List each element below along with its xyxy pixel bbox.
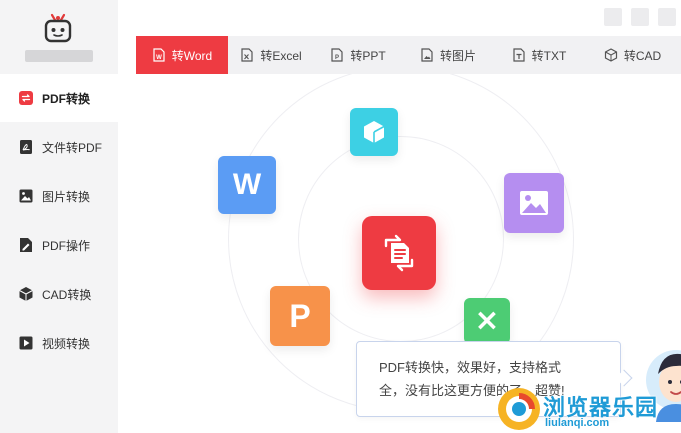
image-icon bbox=[18, 188, 34, 204]
pdf-edit-icon bbox=[18, 237, 34, 253]
play-icon bbox=[18, 335, 34, 351]
tab-label: 转TXT bbox=[531, 48, 567, 63]
app-window: PDF转换 文件转PDF 图片转换 PDF操作 CAD转换 视频转换 W 转Wo… bbox=[0, 0, 681, 433]
ppt-file-icon: P bbox=[330, 48, 344, 62]
pdf-convert-icon bbox=[362, 216, 436, 290]
swap-icon bbox=[18, 90, 34, 106]
robot-logo-icon bbox=[42, 12, 74, 44]
sidebar-item-video-convert[interactable]: 视频转换 bbox=[0, 319, 118, 367]
sidebar-item-pdf-operate[interactable]: PDF操作 bbox=[0, 221, 118, 269]
maximize-button[interactable] bbox=[631, 8, 649, 26]
sidebar-item-label: 视频转换 bbox=[42, 336, 91, 351]
ppt-tile-icon: P bbox=[270, 286, 330, 346]
word-letter: W bbox=[232, 168, 262, 201]
excel-file-icon bbox=[240, 48, 254, 62]
txt-file-icon bbox=[512, 48, 526, 62]
sidebar-item-image-convert[interactable]: 图片转换 bbox=[0, 172, 118, 220]
tab-to-word[interactable]: W 转Word bbox=[136, 36, 228, 74]
ppt-letter: P bbox=[289, 297, 311, 334]
minimize-button[interactable] bbox=[604, 8, 622, 26]
cad-file-icon bbox=[604, 48, 618, 62]
watermark-url: liulanqi.com bbox=[545, 417, 610, 429]
sidebar-item-label: 文件转PDF bbox=[42, 140, 103, 155]
tab-to-ppt[interactable]: P 转PPT bbox=[314, 36, 402, 74]
image-tile-icon bbox=[504, 173, 564, 233]
watermark: 浏览器乐园 liulanqi.com bbox=[493, 384, 681, 433]
svg-text:W: W bbox=[156, 55, 162, 61]
cube-icon bbox=[18, 286, 34, 302]
sidebar-item-label: 图片转换 bbox=[42, 189, 91, 204]
sidebar-item-label: CAD转换 bbox=[42, 287, 92, 302]
close-button[interactable] bbox=[658, 8, 676, 26]
testimonial-line-1: PDF转换快，效果好，支持格式 bbox=[379, 360, 562, 375]
tab-label: 转Word bbox=[171, 48, 213, 63]
format-tab-bar: W 转Word 转Excel P 转PPT 转图片 转TXT 转CAD bbox=[136, 36, 681, 74]
watermark-logo-icon bbox=[498, 388, 540, 430]
svg-text:P: P bbox=[335, 55, 339, 61]
sidebar-item-label: PDF操作 bbox=[42, 238, 91, 253]
sidebar-item-pdf-convert[interactable]: PDF转换 bbox=[0, 74, 118, 122]
tab-label: 转Excel bbox=[260, 48, 302, 63]
sidebar: PDF转换 文件转PDF 图片转换 PDF操作 CAD转换 视频转换 bbox=[0, 0, 118, 433]
tab-label: 转图片 bbox=[439, 48, 476, 63]
tab-label: 转PPT bbox=[350, 48, 386, 63]
pdf-file-icon bbox=[18, 139, 34, 155]
tab-to-image[interactable]: 转图片 bbox=[402, 36, 494, 74]
word-file-icon: W bbox=[152, 48, 166, 62]
sidebar-item-file-to-pdf[interactable]: 文件转PDF bbox=[0, 123, 118, 171]
cad-tile-icon bbox=[350, 108, 398, 156]
excel-letter: × bbox=[474, 303, 500, 338]
sidebar-item-label: PDF转换 bbox=[42, 91, 91, 106]
tab-to-txt[interactable]: 转TXT bbox=[494, 36, 584, 74]
tab-label: 转CAD bbox=[623, 48, 662, 63]
tab-to-excel[interactable]: 转Excel bbox=[228, 36, 314, 74]
tab-to-cad[interactable]: 转CAD bbox=[584, 36, 681, 74]
sidebar-item-cad-convert[interactable]: CAD转换 bbox=[0, 270, 118, 318]
excel-tile-icon: × bbox=[464, 298, 510, 344]
image-file-icon bbox=[420, 48, 434, 62]
username-placeholder bbox=[25, 50, 93, 62]
word-tile-icon: W bbox=[218, 156, 276, 214]
